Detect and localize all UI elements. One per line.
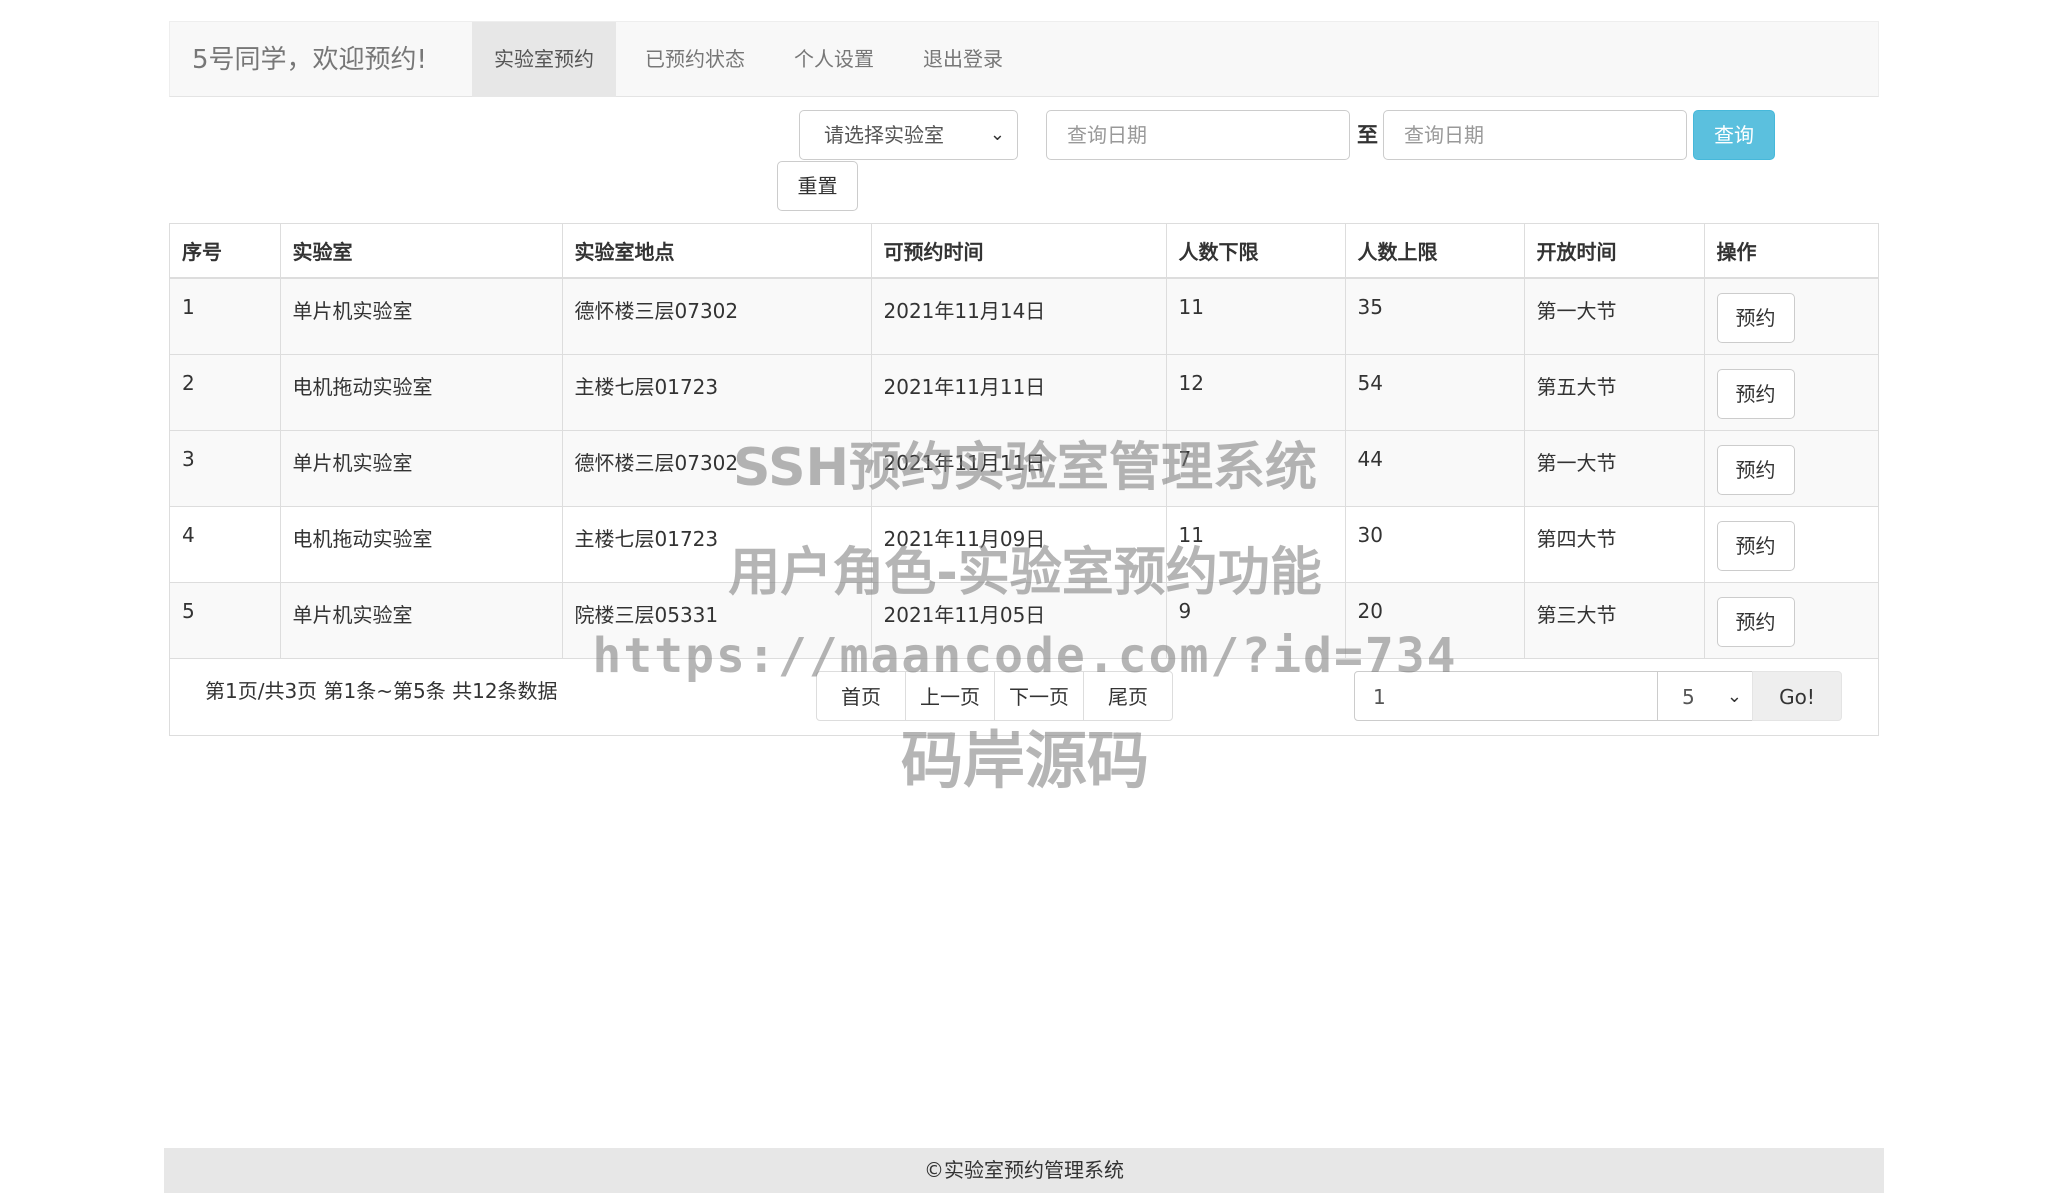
book-button[interactable]: 预约 bbox=[1716, 444, 1795, 495]
cell-action: 预约 bbox=[1704, 429, 1878, 506]
page-footer: ©实验室预约管理系统 bbox=[164, 1148, 1884, 1193]
cell-min: 7 bbox=[1166, 429, 1346, 506]
last-page-button[interactable]: 尾页 bbox=[1083, 671, 1173, 721]
header-no: 序号 bbox=[170, 224, 281, 279]
cell-slot: 第一大节 bbox=[1524, 429, 1705, 506]
cell-no: 4 bbox=[170, 505, 281, 582]
cell-lab: 单片机实验室 bbox=[280, 581, 563, 658]
query-button[interactable]: 查询 bbox=[1693, 110, 1775, 160]
nav-lab-booking[interactable]: 实验室预约 bbox=[472, 22, 616, 97]
book-button[interactable]: 预约 bbox=[1716, 293, 1795, 343]
cell-date: 2021年11月14日 bbox=[871, 277, 1167, 354]
cell-location: 德怀楼三层07302 bbox=[562, 429, 872, 506]
table-header-row: 序号 实验室 实验室地点 可预约时间 人数下限 人数上限 开放时间 操作 bbox=[170, 224, 1878, 279]
cell-date: 2021年11月05日 bbox=[871, 581, 1167, 658]
book-button[interactable]: 预约 bbox=[1716, 520, 1795, 571]
cell-max: 54 bbox=[1345, 353, 1525, 430]
cell-min: 11 bbox=[1166, 505, 1346, 582]
cell-date: 2021年11月11日 bbox=[871, 429, 1167, 506]
pagination-bar: 第1页/共3页 第1条~第5条 共12条数据 首页 上一页 下一页 尾页 1 5… bbox=[170, 658, 1878, 735]
table-row: 2 电机拖动实验室 主楼七层01723 2021年11月11日 12 54 第五… bbox=[170, 353, 1878, 430]
cell-date: 2021年11月11日 bbox=[871, 353, 1167, 430]
page-size-value: 5 bbox=[1682, 685, 1695, 709]
chevron-down-icon: ⌄ bbox=[989, 124, 1005, 145]
cell-location: 德怀楼三层07302 bbox=[562, 277, 872, 354]
cell-location: 主楼七层01723 bbox=[562, 353, 872, 430]
cell-max: 20 bbox=[1345, 581, 1525, 658]
cell-date: 2021年11月09日 bbox=[871, 505, 1167, 582]
page-size-select[interactable]: 5 ⌄ bbox=[1657, 671, 1753, 721]
go-button[interactable]: Go! bbox=[1752, 671, 1842, 721]
cell-action: 预约 bbox=[1704, 277, 1878, 354]
table-row: 3 单片机实验室 德怀楼三层07302 2021年11月11日 7 44 第一大… bbox=[170, 429, 1878, 506]
header-min: 人数下限 bbox=[1166, 224, 1346, 279]
lab-table: 序号 实验室 实验室地点 可预约时间 人数下限 人数上限 开放时间 操作 1 单… bbox=[169, 223, 1879, 736]
cell-slot: 第一大节 bbox=[1524, 277, 1705, 354]
reset-button[interactable]: 重置 bbox=[777, 161, 858, 211]
lab-select-value: 请选择实验室 bbox=[824, 123, 944, 147]
table-row: 4 电机拖动实验室 主楼七层01723 2021年11月09日 11 30 第四… bbox=[170, 505, 1878, 582]
header-location: 实验室地点 bbox=[562, 224, 872, 279]
top-navbar: 5号同学，欢迎预约! 实验室预约 已预约状态 个人设置 退出登录 bbox=[169, 21, 1879, 97]
cell-lab: 单片机实验室 bbox=[280, 429, 563, 506]
cell-no: 2 bbox=[170, 353, 281, 430]
table-row: 1 单片机实验室 德怀楼三层07302 2021年11月14日 11 35 第一… bbox=[170, 277, 1878, 354]
book-button[interactable]: 预约 bbox=[1716, 368, 1795, 419]
cell-max: 44 bbox=[1345, 429, 1525, 506]
cell-location: 院楼三层05331 bbox=[562, 581, 872, 658]
book-button[interactable]: 预约 bbox=[1716, 596, 1795, 647]
page-info: 第1页/共3页 第1条~第5条 共12条数据 bbox=[205, 679, 558, 703]
cell-max: 30 bbox=[1345, 505, 1525, 582]
cell-min: 9 bbox=[1166, 581, 1346, 658]
cell-no: 1 bbox=[170, 277, 281, 354]
cell-no: 5 bbox=[170, 581, 281, 658]
nav-logout[interactable]: 退出登录 bbox=[901, 22, 1025, 97]
cell-slot: 第四大节 bbox=[1524, 505, 1705, 582]
main-container: 5号同学，欢迎预约! 实验室预约 已预约状态 个人设置 退出登录 请选择实验室 … bbox=[169, 21, 1879, 736]
header-date: 可预约时间 bbox=[871, 224, 1167, 279]
cell-no: 3 bbox=[170, 429, 281, 506]
next-page-button[interactable]: 下一页 bbox=[994, 671, 1084, 721]
cell-slot: 第五大节 bbox=[1524, 353, 1705, 430]
header-lab: 实验室 bbox=[280, 224, 563, 279]
cell-lab: 电机拖动实验室 bbox=[280, 505, 563, 582]
cell-location: 主楼七层01723 bbox=[562, 505, 872, 582]
cell-min: 11 bbox=[1166, 277, 1346, 354]
header-slot: 开放时间 bbox=[1524, 224, 1705, 279]
cell-min: 12 bbox=[1166, 353, 1346, 430]
nav-personal-settings[interactable]: 个人设置 bbox=[772, 22, 896, 97]
cell-max: 35 bbox=[1345, 277, 1525, 354]
date-range-separator: 至 bbox=[1357, 123, 1378, 147]
prev-page-button[interactable]: 上一页 bbox=[905, 671, 995, 721]
cell-lab: 单片机实验室 bbox=[280, 277, 563, 354]
cell-slot: 第三大节 bbox=[1524, 581, 1705, 658]
cell-action: 预约 bbox=[1704, 505, 1878, 582]
cell-action: 预约 bbox=[1704, 353, 1878, 430]
header-action: 操作 bbox=[1704, 224, 1878, 279]
welcome-brand: 5号同学，欢迎预约! bbox=[192, 45, 427, 75]
chevron-down-icon: ⌄ bbox=[1726, 686, 1742, 707]
nav-booked-status[interactable]: 已预约状态 bbox=[623, 22, 767, 97]
lab-select[interactable]: 请选择实验室 ⌄ bbox=[799, 110, 1018, 160]
header-max: 人数上限 bbox=[1345, 224, 1525, 279]
date-from-input[interactable]: 查询日期 bbox=[1046, 110, 1350, 160]
table-row: 5 单片机实验室 院楼三层05331 2021年11月05日 9 20 第三大节… bbox=[170, 581, 1878, 658]
cell-action: 预约 bbox=[1704, 581, 1878, 658]
cell-lab: 电机拖动实验室 bbox=[280, 353, 563, 430]
date-to-input[interactable]: 查询日期 bbox=[1383, 110, 1687, 160]
first-page-button[interactable]: 首页 bbox=[816, 671, 906, 721]
page-number-input[interactable]: 1 bbox=[1354, 671, 1658, 721]
